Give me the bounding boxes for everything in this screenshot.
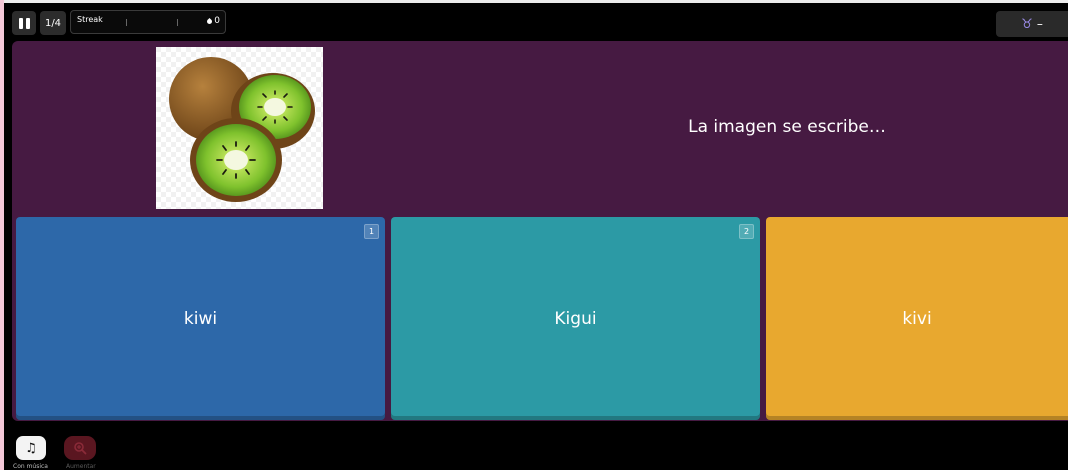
top-bar: 1/4 Streak 0 ♉ – bbox=[4, 3, 1068, 41]
answer-number-badge: 1 bbox=[364, 224, 379, 239]
zoom-button[interactable] bbox=[64, 436, 96, 460]
streak-count-value: 0 bbox=[214, 16, 220, 26]
music-toggle-button[interactable]: ♫ bbox=[16, 436, 46, 460]
kiwi-fruit-image bbox=[156, 47, 323, 209]
answer-option-3[interactable]: kivi bbox=[766, 217, 1068, 420]
answer-label: kiwi bbox=[183, 308, 218, 329]
streak-label: Streak bbox=[77, 15, 103, 24]
question-text: La imagen se escribe… bbox=[688, 117, 886, 137]
streak-bar: Streak 0 bbox=[70, 10, 226, 34]
answer-number-badge: 2 bbox=[739, 224, 754, 239]
streak-tick bbox=[177, 19, 178, 26]
music-note-icon: ♫ bbox=[25, 440, 37, 456]
drop-icon bbox=[206, 17, 214, 25]
question-panel: La imagen se escribe… 1 kiwi 2 Kigui kiv… bbox=[12, 41, 1068, 421]
pause-icon bbox=[18, 17, 30, 29]
answer-option-2[interactable]: 2 Kigui bbox=[391, 217, 760, 420]
streak-count: 0 bbox=[206, 16, 220, 26]
zoom-label: Aumentar bbox=[66, 463, 96, 470]
power-up-button[interactable]: ♉ – bbox=[996, 11, 1068, 37]
window-left-edge bbox=[0, 0, 4, 470]
answer-label: kivi bbox=[902, 308, 932, 329]
streak-tick bbox=[126, 19, 127, 26]
question-image bbox=[156, 47, 323, 209]
answer-option-1[interactable]: 1 kiwi bbox=[16, 217, 385, 420]
power-up-value: – bbox=[1036, 17, 1043, 31]
answer-label: Kigui bbox=[554, 308, 597, 329]
pause-button[interactable] bbox=[12, 11, 36, 35]
zoom-in-icon bbox=[74, 442, 87, 455]
taurus-icon: ♉ bbox=[1021, 16, 1033, 32]
music-label: Con música bbox=[13, 463, 48, 470]
question-counter[interactable]: 1/4 bbox=[40, 11, 66, 35]
